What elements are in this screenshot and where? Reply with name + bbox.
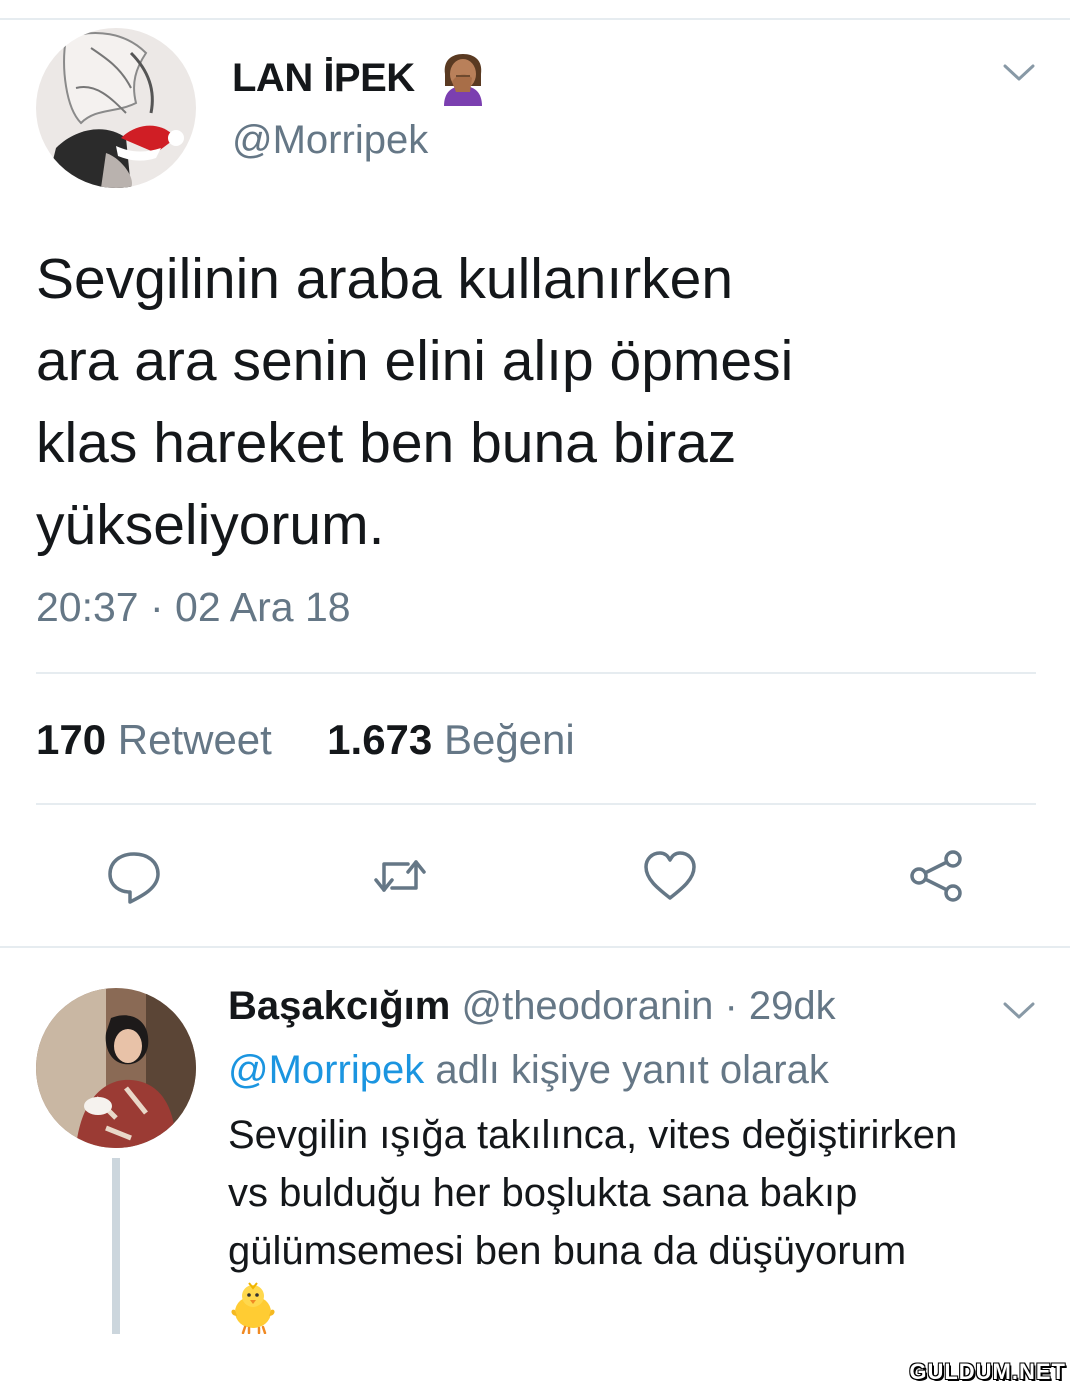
retweet-label: Retweet [117, 716, 272, 763]
author-avatar[interactable] [36, 28, 196, 188]
face-palm-emoji-icon [438, 52, 488, 106]
divider [0, 946, 1070, 948]
thread-line [112, 1158, 120, 1334]
share-icon[interactable] [906, 846, 966, 906]
divider [36, 803, 1036, 805]
reply-header: Başakcığım @theodoranin · 29dk [228, 984, 836, 1029]
reply-text-line: gülümsemesi ben buna da düşüyorum [228, 1229, 907, 1273]
watermark: GULDUM.NET [909, 1359, 1066, 1384]
tweet-stats: 170 Retweet 1.673 Beğeni [36, 716, 575, 764]
reply-to-mention-link[interactable]: @Morripek [228, 1048, 424, 1092]
reply-to-label: adlı kişiye yanıt olarak [435, 1048, 829, 1092]
tweet-timestamp[interactable]: 20:37 · 02 Ara 18 [36, 584, 351, 631]
retweet-icon[interactable] [370, 846, 430, 906]
like-stat[interactable]: 1.673 Beğeni [327, 716, 575, 763]
tweet-text-line: ara ara senin elini alıp öpmesi [36, 329, 794, 393]
reply-author-avatar[interactable] [36, 988, 196, 1148]
reply-icon[interactable] [104, 846, 164, 906]
reply-time[interactable]: · 29dk [725, 984, 836, 1028]
retweet-count: 170 [36, 716, 107, 763]
like-label: Beğeni [443, 716, 575, 763]
author-name[interactable]: LAN İPEK [232, 56, 415, 101]
tweet-text-line: yükseliyorum. [36, 493, 385, 557]
tweet-text: Sevgilinin araba kullanırken ara ara sen… [36, 238, 1036, 566]
chevron-down-icon[interactable] [1002, 62, 1036, 84]
reply-text-line: Sevgilin ışığa takılınca, vites değiştir… [228, 1113, 958, 1157]
baby-chick-emoji-icon [228, 1280, 278, 1335]
chevron-down-icon[interactable] [1002, 1000, 1036, 1022]
tweet-text-line: Sevgilinin araba kullanırken [36, 247, 734, 311]
author-handle[interactable]: @Morripek [232, 118, 428, 163]
like-count: 1.673 [327, 716, 433, 763]
divider [36, 672, 1036, 674]
retweet-stat[interactable]: 170 Retweet [36, 716, 272, 763]
tweet-text-line: klas hareket ben buna biraz [36, 411, 737, 475]
reply-author-handle[interactable]: @theodoranin [461, 984, 713, 1028]
replying-to: @Morripek adlı kişiye yanıt olarak [228, 1048, 829, 1093]
heart-icon[interactable] [640, 846, 700, 906]
reply-text: Sevgilin ışığa takılınca, vites değiştir… [228, 1106, 957, 1280]
reply-text-line: vs bulduğu her boşlukta sana bakıp [228, 1171, 858, 1215]
top-divider [0, 18, 1070, 20]
reply-author-name[interactable]: Başakcığım [228, 984, 450, 1028]
